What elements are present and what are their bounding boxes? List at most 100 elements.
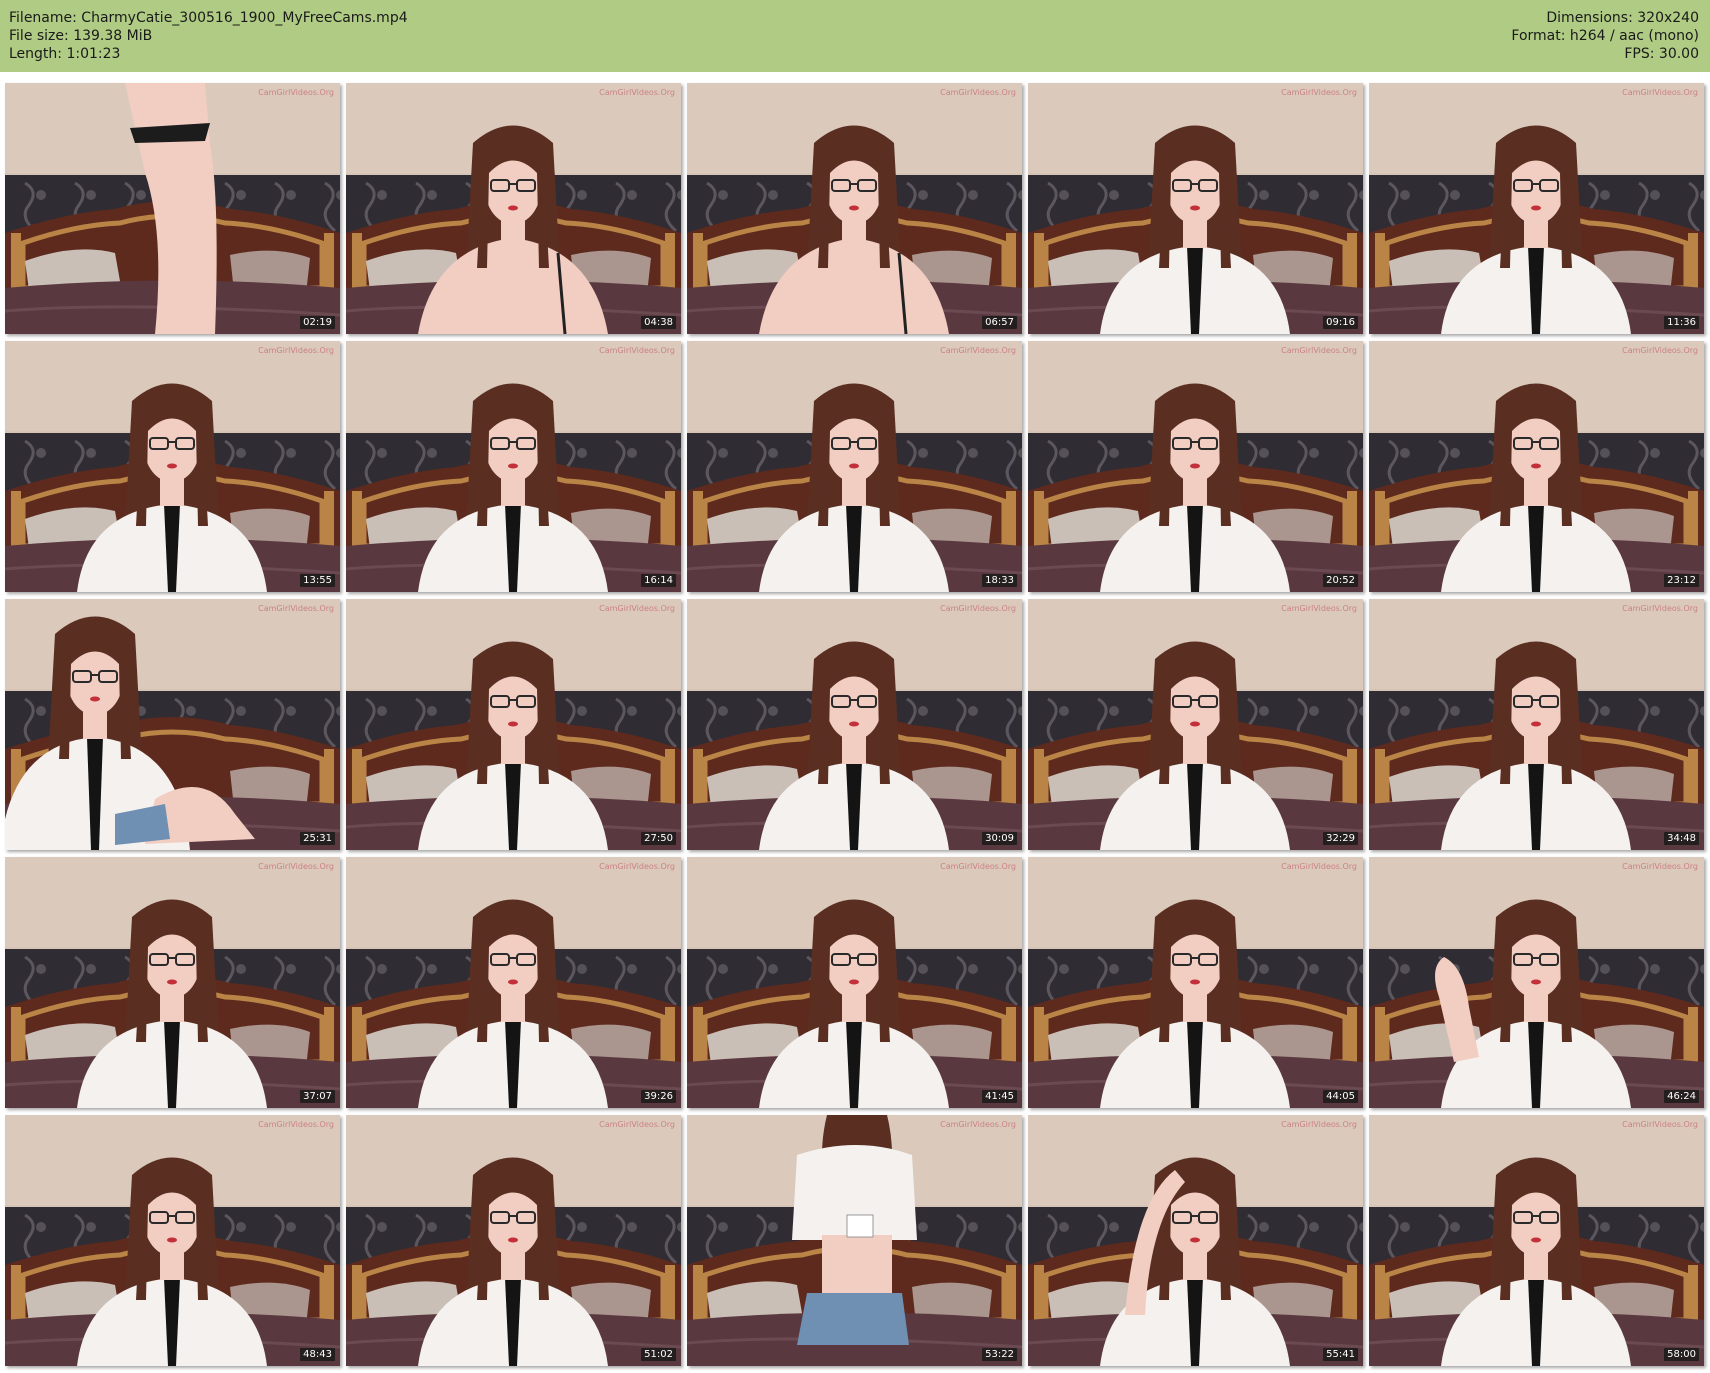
thumbnail-frame-image: CamGirlVideos.Org xyxy=(687,857,1022,1108)
timestamp-label: 25:31 xyxy=(300,832,335,845)
watermark-text: CamGirlVideos.Org xyxy=(599,604,675,613)
thumbnail-frame-image: CamGirlVideos.Org xyxy=(5,83,340,334)
watermark-text: CamGirlVideos.Org xyxy=(258,88,334,97)
timestamp-label: 39:26 xyxy=(641,1090,676,1103)
timestamp-label: 58:00 xyxy=(1664,1348,1699,1361)
timestamp-label: 41:45 xyxy=(982,1090,1017,1103)
thumbnail-frame-image: CamGirlVideos.Org xyxy=(5,341,340,592)
thumbnail-frame-image: CamGirlVideos.Org xyxy=(5,599,340,850)
thumbnail-frame-image: CamGirlVideos.Org xyxy=(1028,83,1363,334)
thumbnail-frame-image: CamGirlVideos.Org xyxy=(1028,341,1363,592)
thumbnail-frame-image: CamGirlVideos.Org xyxy=(687,599,1022,850)
watermark-text: CamGirlVideos.Org xyxy=(1622,1120,1698,1129)
thumbnail-frame-image: CamGirlVideos.Org xyxy=(1369,83,1704,334)
timestamp-label: 51:02 xyxy=(641,1348,676,1361)
video-thumbnail: CamGirlVideos.Org 44:05 xyxy=(1028,857,1363,1108)
timestamp-label: 34:48 xyxy=(1664,832,1699,845)
watermark-text: CamGirlVideos.Org xyxy=(258,862,334,871)
video-thumbnail: CamGirlVideos.Org 23:12 xyxy=(1369,341,1704,592)
timestamp-label: 13:55 xyxy=(300,574,335,587)
thumbnail-frame-image: CamGirlVideos.Org xyxy=(5,857,340,1108)
video-thumbnail: CamGirlVideos.Org 32:29 xyxy=(1028,599,1363,850)
timestamp-label: 11:36 xyxy=(1664,316,1699,329)
timestamp-label: 27:50 xyxy=(641,832,676,845)
watermark-text: CamGirlVideos.Org xyxy=(599,88,675,97)
video-thumbnail: CamGirlVideos.Org 41:45 xyxy=(687,857,1022,1108)
thumbnail-frame-image: CamGirlVideos.Org xyxy=(1028,599,1363,850)
thumbnail-frame-image: CamGirlVideos.Org xyxy=(687,1115,1022,1366)
thumbnail-frame-image: CamGirlVideos.Org xyxy=(1369,857,1704,1108)
timestamp-label: 04:38 xyxy=(641,316,676,329)
video-thumbnail: CamGirlVideos.Org 46:24 xyxy=(1369,857,1704,1108)
video-thumbnail: CamGirlVideos.Org 39:26 xyxy=(346,857,681,1108)
video-thumbnail: CamGirlVideos.Org 04:38 xyxy=(346,83,681,334)
watermark-text: CamGirlVideos.Org xyxy=(940,862,1016,871)
thumbnail-frame-image: CamGirlVideos.Org xyxy=(5,1115,340,1366)
video-thumbnail: CamGirlVideos.Org 37:07 xyxy=(5,857,340,1108)
thumbnail-frame-image: CamGirlVideos.Org xyxy=(1369,599,1704,850)
video-thumbnail: CamGirlVideos.Org 11:36 xyxy=(1369,83,1704,334)
thumbnail-grid: CamGirlVideos.Org 02:19 CamGirlVideos.Org 0… xyxy=(0,0,1710,1373)
thumbnail-frame-image: CamGirlVideos.Org xyxy=(346,1115,681,1366)
watermark-text: CamGirlVideos.Org xyxy=(258,604,334,613)
timestamp-label: 20:52 xyxy=(1323,574,1358,587)
video-thumbnail: CamGirlVideos.Org 25:31 xyxy=(5,599,340,850)
video-thumbnail: CamGirlVideos.Org 58:00 xyxy=(1369,1115,1704,1366)
video-thumbnail: CamGirlVideos.Org 51:02 xyxy=(346,1115,681,1366)
timestamp-label: 09:16 xyxy=(1323,316,1358,329)
thumbnail-frame-image: CamGirlVideos.Org xyxy=(346,83,681,334)
video-thumbnail: CamGirlVideos.Org 18:33 xyxy=(687,341,1022,592)
watermark-text: CamGirlVideos.Org xyxy=(1622,346,1698,355)
watermark-text: CamGirlVideos.Org xyxy=(258,346,334,355)
timestamp-label: 46:24 xyxy=(1664,1090,1699,1103)
video-thumbnail: CamGirlVideos.Org 30:09 xyxy=(687,599,1022,850)
video-thumbnail: CamGirlVideos.Org 16:14 xyxy=(346,341,681,592)
watermark-text: CamGirlVideos.Org xyxy=(1281,862,1357,871)
thumbnail-frame-image: CamGirlVideos.Org xyxy=(1028,857,1363,1108)
timestamp-label: 37:07 xyxy=(300,1090,335,1103)
video-thumbnail: CamGirlVideos.Org 27:50 xyxy=(346,599,681,850)
timestamp-label: 44:05 xyxy=(1323,1090,1358,1103)
timestamp-label: 30:09 xyxy=(982,832,1017,845)
watermark-text: CamGirlVideos.Org xyxy=(940,346,1016,355)
video-thumbnail: CamGirlVideos.Org 55:41 xyxy=(1028,1115,1363,1366)
watermark-text: CamGirlVideos.Org xyxy=(599,346,675,355)
watermark-text: CamGirlVideos.Org xyxy=(1281,1120,1357,1129)
video-thumbnail: CamGirlVideos.Org 20:52 xyxy=(1028,341,1363,592)
timestamp-label: 06:57 xyxy=(982,316,1017,329)
timestamp-label: 23:12 xyxy=(1664,574,1699,587)
video-thumbnail: CamGirlVideos.Org 34:48 xyxy=(1369,599,1704,850)
watermark-text: CamGirlVideos.Org xyxy=(940,1120,1016,1129)
watermark-text: CamGirlVideos.Org xyxy=(258,1120,334,1129)
thumbnail-frame-image: CamGirlVideos.Org xyxy=(1369,341,1704,592)
thumbnail-frame-image: CamGirlVideos.Org xyxy=(346,599,681,850)
watermark-text: CamGirlVideos.Org xyxy=(1281,604,1357,613)
timestamp-label: 02:19 xyxy=(300,316,335,329)
watermark-text: CamGirlVideos.Org xyxy=(940,604,1016,613)
watermark-text: CamGirlVideos.Org xyxy=(599,1120,675,1129)
watermark-text: CamGirlVideos.Org xyxy=(1622,88,1698,97)
timestamp-label: 16:14 xyxy=(641,574,676,587)
timestamp-label: 53:22 xyxy=(982,1348,1017,1361)
timestamp-label: 18:33 xyxy=(982,574,1017,587)
watermark-text: CamGirlVideos.Org xyxy=(1281,346,1357,355)
video-thumbnail: CamGirlVideos.Org 02:19 xyxy=(5,83,340,334)
watermark-text: CamGirlVideos.Org xyxy=(1281,88,1357,97)
watermark-text: CamGirlVideos.Org xyxy=(1622,604,1698,613)
thumbnail-frame-image: CamGirlVideos.Org xyxy=(346,341,681,592)
thumbnail-frame-image: CamGirlVideos.Org xyxy=(346,857,681,1108)
thumbnail-frame-image: CamGirlVideos.Org xyxy=(1028,1115,1363,1366)
thumbnail-frame-image: CamGirlVideos.Org xyxy=(687,341,1022,592)
video-thumbnail: CamGirlVideos.Org 06:57 xyxy=(687,83,1022,334)
timestamp-label: 55:41 xyxy=(1323,1348,1358,1361)
thumbnail-frame-image: CamGirlVideos.Org xyxy=(1369,1115,1704,1366)
video-thumbnail: CamGirlVideos.Org 53:22 xyxy=(687,1115,1022,1366)
video-thumbnail: CamGirlVideos.Org 48:43 xyxy=(5,1115,340,1366)
video-thumbnail: CamGirlVideos.Org 09:16 xyxy=(1028,83,1363,334)
watermark-text: CamGirlVideos.Org xyxy=(940,88,1016,97)
watermark-text: CamGirlVideos.Org xyxy=(599,862,675,871)
thumbnail-frame-image: CamGirlVideos.Org xyxy=(687,83,1022,334)
video-thumbnail: CamGirlVideos.Org 13:55 xyxy=(5,341,340,592)
watermark-text: CamGirlVideos.Org xyxy=(1622,862,1698,871)
timestamp-label: 32:29 xyxy=(1323,832,1358,845)
